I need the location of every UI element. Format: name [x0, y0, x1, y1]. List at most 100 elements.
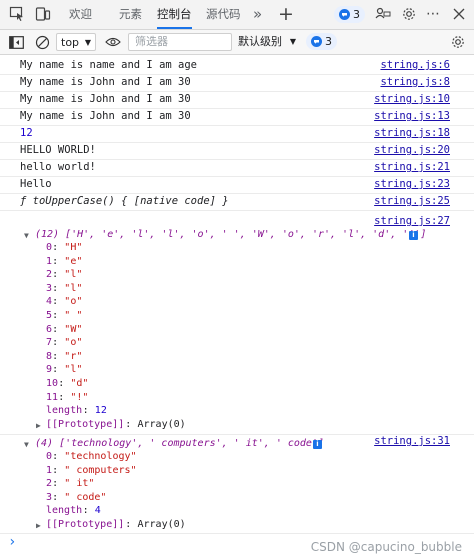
log-text: My name is name and I am age — [20, 59, 198, 71]
expand-triangle-icon[interactable]: ▶ — [36, 421, 41, 430]
source-link[interactable]: string.js:25 — [374, 193, 450, 210]
console-toolbar: top ▼ 筛选器 默认级别 ▼ 3 — [0, 30, 474, 55]
property-colon: : — [52, 296, 65, 308]
issues-icon — [339, 9, 350, 20]
issues-badge[interactable]: 3 — [334, 6, 365, 23]
property-colon: : — [52, 491, 65, 503]
console-message: Hello string.js:23 — [0, 176, 474, 194]
property-colon: : — [52, 323, 65, 335]
log-text: HELLO WORLD! — [20, 144, 96, 156]
console-message: My name is name and I am age string.js:6 — [0, 57, 474, 75]
prototype-key[interactable]: [[Prototype]] — [46, 518, 124, 532]
array-summary[interactable]: (12) ['H', 'e', 'l', 'l', 'o', ' ', 'W',… — [35, 228, 426, 242]
log-level-selector[interactable]: 默认级别 ▼ — [238, 33, 300, 51]
info-icon[interactable]: i — [409, 231, 418, 240]
property-colon: : — [58, 391, 71, 403]
inspect-element-icon[interactable] — [6, 3, 28, 25]
property-value: "H" — [64, 242, 83, 253]
context-selector[interactable]: top ▼ — [56, 33, 96, 51]
sidebar-toggle-icon[interactable] — [7, 33, 25, 51]
source-link[interactable]: string.js:21 — [374, 159, 450, 176]
property-key: 10 — [46, 378, 59, 389]
expand-triangle-icon[interactable]: ▼ — [24, 440, 29, 449]
more-options-icon[interactable]: ⋯ — [422, 3, 444, 25]
log-text: My name is John and I am 30 — [20, 110, 191, 122]
property-value: "e" — [64, 255, 83, 267]
console-prompt[interactable]: › — [8, 534, 16, 550]
property-value: " it" — [64, 478, 95, 490]
source-link[interactable]: string.js:27 — [374, 215, 450, 227]
log-text: My name is John and I am 30 — [20, 93, 191, 105]
console-message: My name is John and I am 30 string.js:8 — [0, 74, 474, 92]
property-colon: : — [52, 478, 65, 490]
expand-triangle-icon[interactable]: ▶ — [36, 521, 41, 530]
chevron-down-icon: ▼ — [84, 38, 91, 47]
console-message: hello world! string.js:21 — [0, 159, 474, 177]
source-link[interactable]: string.js:18 — [374, 125, 450, 142]
settings-gear-icon[interactable] — [398, 3, 420, 25]
length-key: length — [46, 505, 83, 517]
property-value: "o" — [64, 337, 83, 349]
tab-sources[interactable]: 源代码 — [206, 0, 241, 29]
console-message: My name is John and I am 30 string.js:10 — [0, 91, 474, 109]
property-colon: : — [52, 242, 65, 253]
property-colon: : — [52, 337, 65, 349]
property-colon: : — [52, 451, 65, 462]
console-settings-gear-icon[interactable] — [449, 33, 467, 51]
array-summary[interactable]: (4) ['technology', ' computers', ' it', … — [35, 437, 324, 451]
toolbar-issues-badge[interactable]: 3 — [306, 33, 337, 50]
property-value: "o" — [64, 296, 83, 308]
info-icon[interactable]: i — [313, 440, 322, 449]
close-icon[interactable] — [448, 3, 470, 25]
filter-input[interactable]: 筛选器 — [128, 33, 232, 51]
property-value: "d" — [70, 378, 89, 389]
console-message: My name is John and I am 30 string.js:13 — [0, 108, 474, 126]
feedback-icon[interactable] — [372, 3, 394, 25]
property-colon: : — [82, 405, 95, 417]
issues-count: 3 — [353, 8, 360, 21]
device-toolbar-icon[interactable] — [32, 3, 54, 25]
property-value: "technology" — [64, 451, 137, 462]
console-output: My name is name and I am age string.js:6… — [0, 55, 474, 560]
more-tabs-button[interactable]: » — [253, 0, 262, 29]
source-link[interactable]: string.js:8 — [380, 74, 450, 91]
log-text: Hello — [20, 178, 52, 190]
log-text: My name is John and I am 30 — [20, 76, 191, 88]
property-colon: : — [52, 310, 65, 321]
message-divider — [0, 533, 474, 534]
log-level-value: 默认级别 — [238, 35, 282, 48]
property-value: " code" — [64, 491, 107, 503]
source-link[interactable]: string.js:23 — [374, 176, 450, 193]
prototype-value: Array(0) — [137, 418, 186, 430]
tab-elements[interactable]: 元素 — [119, 0, 142, 29]
clear-console-icon[interactable] — [33, 33, 51, 51]
source-link[interactable]: string.js:31 — [374, 435, 450, 447]
watermark: CSDN @capucino_bubble — [310, 540, 462, 554]
log-number: 12 — [20, 127, 33, 139]
length-value: 4 — [94, 505, 101, 517]
source-link[interactable]: string.js:10 — [374, 91, 450, 108]
tab-console[interactable]: 控制台 — [157, 0, 192, 29]
add-tab-button[interactable]: + — [278, 0, 294, 29]
source-link[interactable]: string.js:6 — [380, 57, 450, 74]
expand-triangle-icon[interactable]: ▼ — [24, 231, 29, 240]
length-value: 12 — [94, 405, 107, 417]
property-colon: : — [52, 364, 65, 376]
property-value: "!" — [70, 391, 89, 403]
context-selector-value: top — [61, 36, 80, 49]
property-colon: : — [125, 519, 138, 530]
console-message: ƒ toUpperCase() { [native code] } string… — [0, 193, 474, 211]
live-expression-eye-icon[interactable] — [104, 33, 122, 51]
source-link[interactable]: string.js:13 — [374, 108, 450, 125]
property-key: 11 — [46, 391, 59, 403]
chevron-down-icon: ▼ — [289, 37, 296, 46]
property-value: "l" — [64, 364, 83, 376]
console-message: 12 string.js:18 — [0, 125, 474, 143]
property-value: "l" — [64, 269, 83, 281]
source-link[interactable]: string.js:20 — [374, 142, 450, 159]
console-message: HELLO WORLD! string.js:20 — [0, 142, 474, 160]
tab-welcome[interactable]: 欢迎 — [69, 0, 92, 29]
property-colon: : — [52, 269, 65, 281]
property-colon: : — [52, 282, 65, 294]
prototype-key[interactable]: [[Prototype]] — [46, 418, 124, 432]
